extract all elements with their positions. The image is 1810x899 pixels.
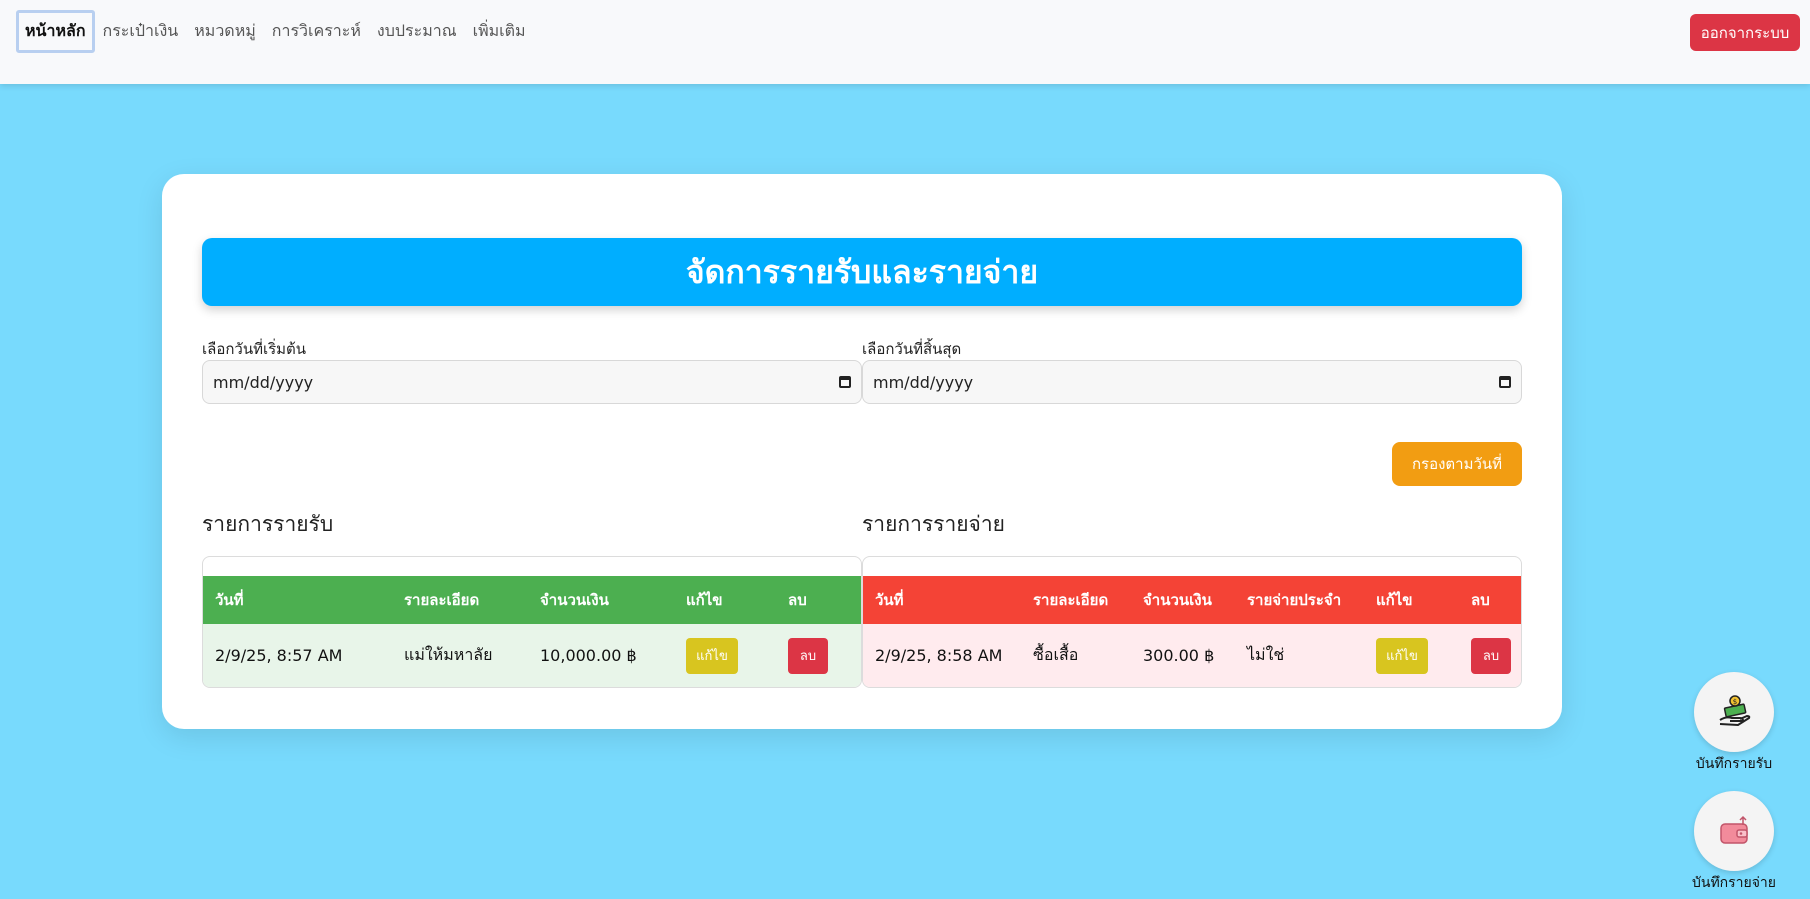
nav-item-analysis[interactable]: การวิเคราะห์ [264,10,369,53]
column-header: วันที่ [863,576,1021,624]
wallet-icon [1720,815,1748,844]
nav-item-categories[interactable]: หมวดหมู่ [186,10,264,53]
filter-by-date-button[interactable]: กรองตามวันที่ [1392,442,1522,486]
table-row: 2/9/25, 8:57 AM แม่ให้มหาลัย 10,000.00 ฿… [203,624,861,687]
nav-item-more[interactable]: เพิ่มเติม [465,10,534,53]
start-date-input[interactable]: mm/dd/yyyy [202,360,862,404]
start-date-placeholder: mm/dd/yyyy [213,372,314,392]
nav-links: หน้าหลัก กระเป๋าเงิน หมวดหมู่ การวิเคราะ… [16,10,534,53]
column-header: ลบ [776,576,861,624]
expense-amount: 300.00 ฿ [1131,624,1235,687]
income-section-title: รายการรายรับ [202,512,334,536]
page-title: จัดการรายรับและรายจ่าย [202,238,1522,306]
delete-button[interactable]: ลบ [1471,637,1511,674]
column-header: รายจ่ายประจำ [1235,576,1364,624]
end-date-label: เลือกวันที่สิ้นสุด [862,340,962,358]
logout-button[interactable]: ออกจากระบบ [1690,14,1800,51]
income-table: วันที่ รายละเอียด จำนวนเงิน แก้ไข ลบ 2/9… [202,556,862,688]
add-income-button[interactable]: $ [1694,672,1774,752]
column-header: จำนวนเงิน [528,576,674,624]
column-header: แก้ไข [1364,576,1459,624]
delete-cell: ลบ [776,624,861,687]
column-header: รายละเอียด [392,576,528,624]
edit-cell: แก้ไข [674,624,776,687]
edit-button[interactable]: แก้ไข [1376,637,1428,674]
add-expense-button[interactable] [1694,791,1774,871]
expense-recurring: ไม่ใช่ [1235,624,1364,687]
column-header: แก้ไข [674,576,776,624]
income-amount: 10,000.00 ฿ [528,624,674,687]
edit-button[interactable]: แก้ไข [686,637,738,674]
table-header-row: วันที่ รายละเอียด จำนวนเงิน แก้ไข ลบ [203,576,861,624]
column-header: วันที่ [203,576,392,624]
table-header-row: วันที่ รายละเอียด จำนวนเงิน รายจ่ายประจำ… [863,576,1521,624]
income-detail: แม่ให้มหาลัย [392,624,528,687]
nav-item-budget[interactable]: งบประมาณ [369,10,465,53]
delete-button[interactable]: ลบ [788,637,828,674]
delete-cell: ลบ [1459,624,1521,687]
add-income-label: บันทึกรายรับ [1695,756,1773,772]
main-card: จัดการรายรับและรายจ่าย เลือกวันที่เริ่มต… [162,174,1562,729]
calendar-icon[interactable] [1499,376,1511,388]
add-expense-label: บันทึกรายจ่าย [1691,875,1776,891]
edit-cell: แก้ไข [1364,624,1459,687]
start-date-label: เลือกวันที่เริ่มต้น [202,340,307,358]
table-row: 2/9/25, 8:58 AM ซื้อเสื้อ 300.00 ฿ ไม่ใช… [863,624,1521,687]
column-header: จำนวนเงิน [1131,576,1235,624]
expense-detail: ซื้อเสื้อ [1021,624,1131,687]
column-header: ลบ [1459,576,1521,624]
expense-date: 2/9/25, 8:58 AM [863,624,1021,687]
expense-section-title: รายการรายจ่าย [862,512,1005,536]
end-date-placeholder: mm/dd/yyyy [873,372,974,392]
top-navbar: หน้าหลัก กระเป๋าเงิน หมวดหมู่ การวิเคราะ… [0,0,1810,84]
nav-item-wallet[interactable]: กระเป๋าเงิน [95,10,187,53]
nav-item-home[interactable]: หน้าหลัก [16,10,95,53]
calendar-icon[interactable] [839,376,851,388]
column-header: รายละเอียด [1021,576,1131,624]
money-hand-icon: $ [1719,695,1751,727]
end-date-input[interactable]: mm/dd/yyyy [862,360,1522,404]
expense-table: วันที่ รายละเอียด จำนวนเงิน รายจ่ายประจำ… [862,556,1522,688]
svg-text:$: $ [1733,698,1737,706]
income-date: 2/9/25, 8:57 AM [203,624,392,687]
